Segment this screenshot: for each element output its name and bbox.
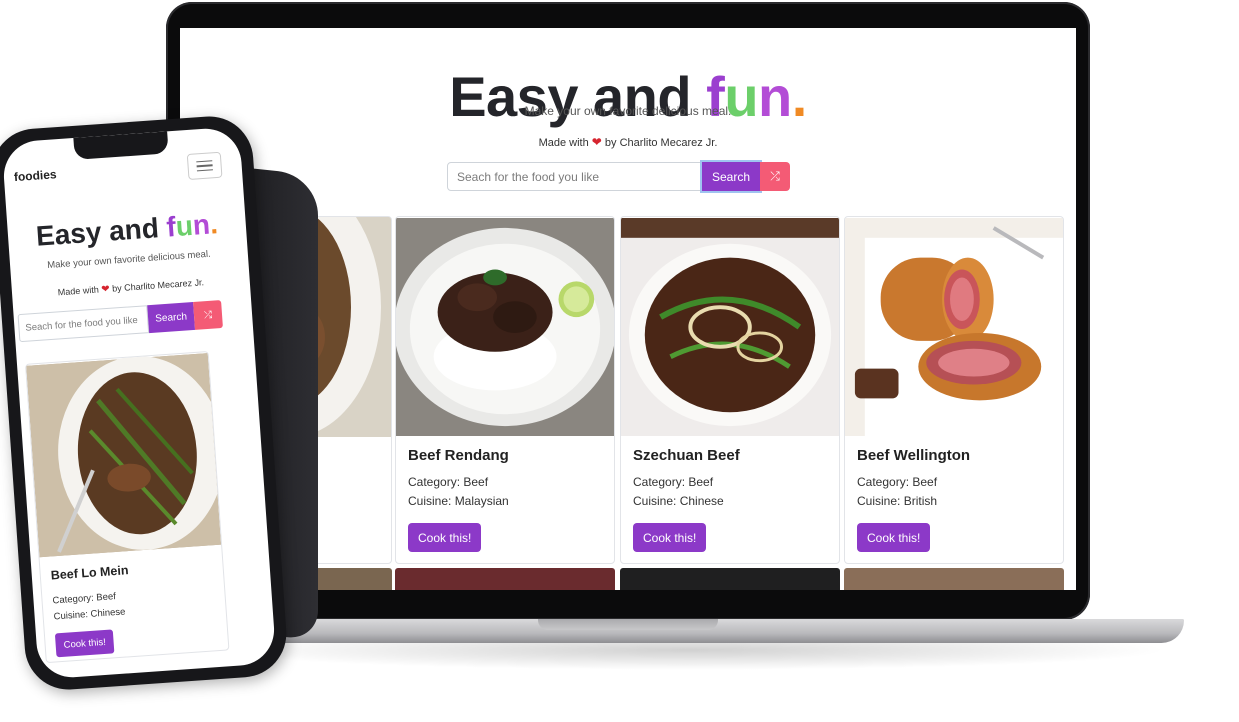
recipe-card[interactable]: Szechuan Beef Category: Beef Cuisine: Ch… [620, 216, 840, 564]
mobile-shuffle-button[interactable]: ⤮ [193, 300, 223, 330]
mobile-hero-title: Easy and fun. [7, 206, 247, 255]
recipe-cuisine: Cuisine: Chinese [633, 494, 724, 508]
cook-this-button[interactable]: Cook this! [54, 629, 115, 658]
recipe-photo [396, 218, 614, 436]
phone-frame: foodies Easy and fun. Make your own favo… [0, 113, 290, 693]
heart-icon: ❤ [591, 135, 602, 149]
mobile-credits-line: Made with ❤ by Charlito Mecarez Jr. [12, 274, 250, 302]
recipe-photo [621, 218, 839, 436]
laptop-notch [538, 619, 718, 630]
search-bar: Search ⤮ [447, 162, 791, 191]
recipe-card[interactable]: Beef Rendang Category: Beef Cuisine: Mal… [395, 216, 615, 564]
shuffle-icon: ⤮ [203, 309, 213, 321]
mobile-recipe-card[interactable]: Beef Lo Mein Category: Beef Cuisine: Chi… [24, 351, 230, 664]
search-button[interactable]: Search [702, 162, 760, 191]
hero-title-u: u [724, 65, 759, 128]
mobile-search-button[interactable]: Search [147, 301, 196, 334]
hero-title: Easy and fun. [180, 64, 1076, 129]
credits-line: Made with ❤ by Charlito Mecarez Jr. [180, 135, 1076, 149]
recipe-cuisine: Cuisine: Chinese [53, 606, 126, 623]
mobile-search-input[interactable] [17, 305, 150, 343]
mobile-search-bar: Search ⤮ [17, 299, 233, 343]
mobile-credits-author: by Charlito Mecarez Jr. [111, 277, 205, 294]
phone-notch [73, 131, 169, 160]
recipe-card[interactable]: Beef Wellington Category: Beef Cuisine: … [844, 216, 1064, 564]
mobile-hero-title-text: Easy and [35, 211, 168, 252]
brand-logo[interactable]: foodies [13, 167, 57, 184]
recipe-category: Category: Beef [633, 475, 714, 489]
recipe-category: Category: Beef [408, 475, 489, 489]
search-input[interactable] [447, 162, 702, 191]
recipe-card-peek [395, 568, 615, 590]
credits-prefix: Made with [538, 137, 589, 149]
recipe-cuisine: Cuisine: British [857, 494, 938, 508]
cook-this-button[interactable]: Cook this! [857, 523, 931, 552]
recipe-category: Category: Beef [857, 475, 938, 489]
cook-this-button[interactable]: Cook this! [408, 523, 482, 552]
hero-title-dot: . [791, 65, 808, 128]
mobile-hero-title-dot: . [208, 208, 219, 240]
recipe-card-peek [620, 568, 840, 590]
hero-subtitle: Make your own favorite delicious meal. [524, 104, 732, 118]
hero-title-f: f [706, 65, 725, 128]
recipe-photo [26, 353, 222, 558]
mobile-credits-prefix: Made with [57, 284, 100, 298]
recipe-title: Beef Lo Mein [50, 563, 129, 583]
phone-screen: foodies Easy and fun. Make your own favo… [1, 126, 277, 680]
recipe-photo [845, 218, 1063, 436]
hamburger-menu-icon[interactable] [186, 151, 223, 180]
shuffle-icon: ⤮ [770, 169, 780, 183]
recipe-category: Category: Beef [52, 591, 117, 607]
heart-icon: ❤ [100, 283, 111, 296]
recipe-title: Beef Wellington [857, 447, 971, 464]
hero-title-text: Easy and [449, 65, 707, 128]
recipe-cuisine: Cuisine: Malaysian [408, 494, 509, 508]
recipe-title: Beef Rendang [408, 447, 509, 464]
recipe-title: Szechuan Beef [633, 447, 740, 464]
cook-this-button[interactable]: Cook this! [633, 523, 707, 552]
hero-title-n: n [758, 65, 792, 128]
credits-author: by Charlito Mecarez Jr. [604, 137, 718, 149]
shuffle-button[interactable]: ⤮ [760, 162, 790, 191]
recipe-card-peek [844, 568, 1064, 590]
